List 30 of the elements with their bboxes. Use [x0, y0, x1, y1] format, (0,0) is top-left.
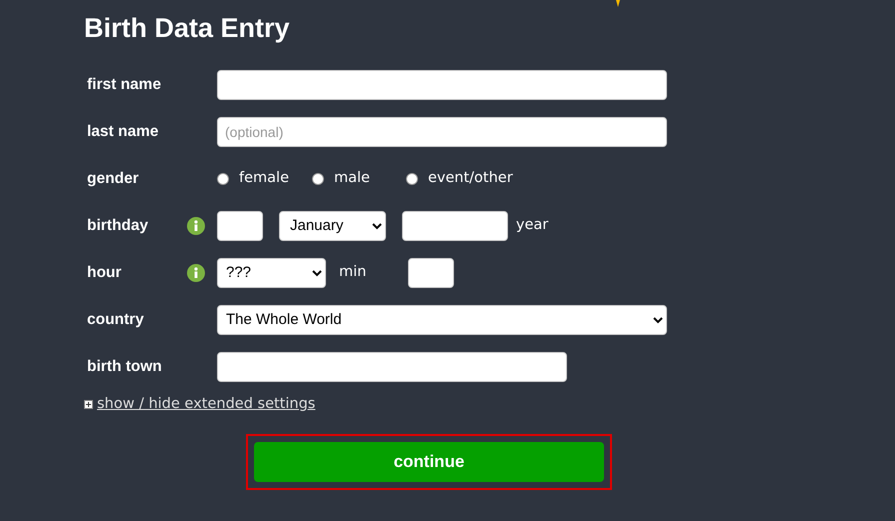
country-select[interactable]: The Whole World	[217, 304, 667, 334]
radio-label: male	[334, 168, 370, 188]
year-field[interactable]	[402, 210, 508, 240]
expand-icon[interactable]	[84, 400, 93, 410]
page-title: Birth Data Entry	[84, 12, 291, 45]
radio-button[interactable]	[217, 172, 229, 184]
field-label: birthday	[87, 216, 150, 236]
text-field[interactable]	[217, 352, 567, 382]
day-field[interactable]	[217, 210, 263, 240]
field-label: country	[87, 310, 145, 330]
radio-button[interactable]	[406, 172, 418, 184]
month-select[interactable]: January	[279, 210, 386, 240]
year-label: year	[516, 216, 548, 235]
text-field[interactable]: (optional)	[217, 116, 667, 146]
text-field[interactable]	[217, 70, 667, 100]
field-label: gender	[87, 168, 140, 189]
settings-link[interactable]: show / hide extended settings	[97, 394, 316, 416]
radio-button[interactable]	[312, 172, 324, 184]
field-label: birth town	[87, 356, 163, 377]
field-label: last name	[87, 122, 160, 142]
info-icon[interactable]	[187, 264, 205, 282]
minute-field[interactable]	[408, 258, 454, 288]
info-icon[interactable]	[187, 216, 205, 234]
ornament-icon	[615, 0, 621, 7]
field-label: hour	[87, 262, 122, 283]
minute-label: min	[339, 262, 368, 282]
radio-label: event/other	[428, 168, 513, 188]
hour-select[interactable]: ???	[217, 258, 326, 288]
field-label: first name	[87, 74, 162, 95]
radio-label: female	[239, 168, 289, 188]
